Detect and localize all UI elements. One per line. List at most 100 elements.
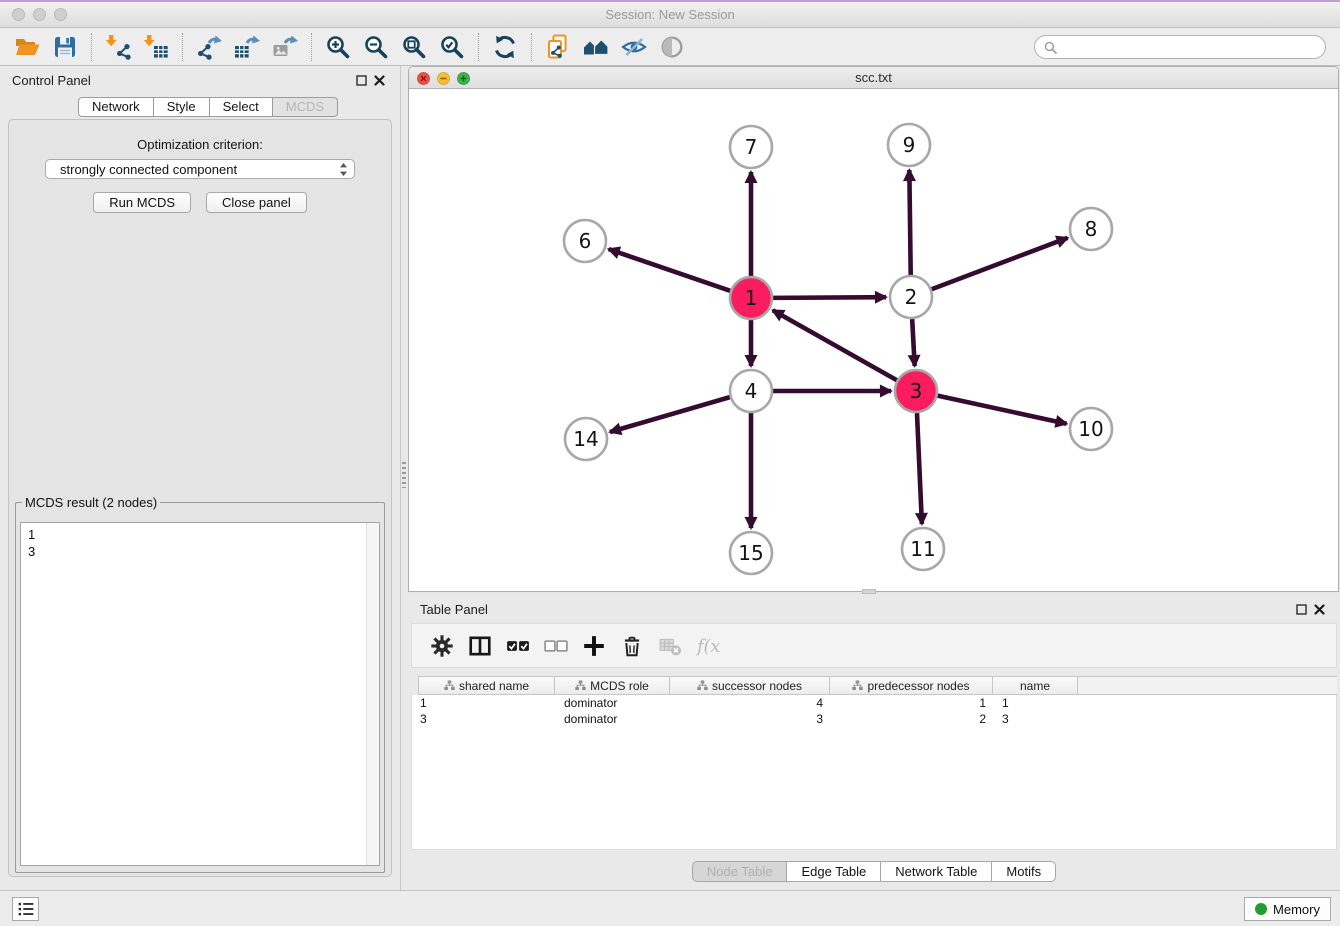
tab-select[interactable]: Select	[210, 97, 273, 117]
optimization-criterion-label: Optimization criterion:	[9, 137, 391, 152]
memory-button[interactable]: Memory	[1244, 897, 1331, 921]
zoom-selected-button[interactable]	[433, 31, 471, 63]
table-cell-shared-name: 3	[412, 711, 556, 727]
horizontal-splitter-handle[interactable]	[862, 589, 876, 594]
function-builder-icon: f(x)	[696, 634, 720, 658]
graph-edge-1-6[interactable]	[609, 249, 731, 291]
graph-edge-1-2[interactable]	[773, 297, 886, 298]
graph-edge-2-8[interactable]	[932, 238, 1068, 289]
result-scrollbar[interactable]	[366, 523, 379, 865]
column-header-successor-nodes[interactable]: successor nodes	[670, 676, 830, 695]
graph-node-2[interactable]: 2	[890, 276, 932, 318]
graph-node-4[interactable]: 4	[730, 370, 772, 412]
network-canvas[interactable]: 7 9 6 8 1 2 4 3 14 10 15 11	[409, 89, 1338, 591]
apply-layout-icon	[492, 34, 518, 60]
zoom-selected-icon	[439, 34, 465, 60]
table-row[interactable]: 3dominator323	[412, 711, 1336, 727]
column-header-MCDS-role[interactable]: MCDS role	[555, 676, 670, 695]
save-session-button[interactable]	[46, 31, 84, 63]
toolbar-separator	[311, 33, 312, 61]
main-toolbar	[0, 29, 1340, 66]
network-window-title: scc.txt	[409, 70, 1338, 85]
apply-layout-button[interactable]	[486, 31, 524, 63]
run-mcds-button[interactable]: Run MCDS	[93, 192, 191, 213]
import-table-button[interactable]	[137, 31, 175, 63]
close-table-panel-icon[interactable]	[1310, 601, 1328, 617]
svg-text:15: 15	[738, 541, 763, 565]
column-header-predecessor-nodes[interactable]: predecessor nodes	[830, 676, 993, 695]
tab-network-table[interactable]: Network Table	[881, 861, 992, 882]
network-window-titlebar[interactable]: scc.txt	[409, 67, 1338, 89]
svg-text:6: 6	[579, 229, 592, 253]
graph-node-1[interactable]: 1	[730, 277, 772, 319]
toggle-panes-button[interactable]	[463, 629, 497, 663]
column-header-name[interactable]: name	[993, 676, 1078, 695]
float-panel-icon[interactable]	[352, 72, 370, 88]
graph-edge-3-11[interactable]	[917, 413, 922, 524]
export-table-button[interactable]	[228, 31, 266, 63]
tab-network[interactable]: Network	[78, 97, 154, 117]
export-network-button[interactable]	[190, 31, 228, 63]
table-row[interactable]: 1dominator411	[412, 695, 1336, 711]
graph-edge-4-14[interactable]	[610, 397, 730, 432]
vertical-splitter-handle[interactable]	[402, 462, 406, 488]
clone-network-button[interactable]	[539, 31, 577, 63]
tab-mcds[interactable]: MCDS	[273, 97, 338, 117]
graph-node-10[interactable]: 10	[1070, 408, 1112, 450]
graph-edge-2-3[interactable]	[912, 319, 915, 366]
optimization-criterion-select[interactable]: strongly connected component	[45, 159, 355, 179]
control-panel-header: Control Panel	[0, 66, 400, 94]
column-header-shared-name[interactable]: shared name	[418, 676, 555, 695]
table-header-row: shared nameMCDS rolesuccessor nodesprede…	[418, 676, 1337, 695]
float-table-panel-icon[interactable]	[1292, 601, 1310, 617]
toggle-panes-icon	[468, 634, 492, 658]
first-neighbors-button[interactable]	[577, 31, 615, 63]
tab-motifs[interactable]: Motifs	[992, 861, 1056, 882]
graph-edge-3-1[interactable]	[773, 310, 897, 380]
graph-node-8[interactable]: 8	[1070, 208, 1112, 250]
search-input[interactable]	[1062, 40, 1316, 55]
table-settings-button[interactable]	[425, 629, 459, 663]
graph-node-11[interactable]: 11	[902, 528, 944, 570]
export-image-button[interactable]	[266, 31, 304, 63]
svg-text:14: 14	[573, 427, 598, 451]
tab-edge-table[interactable]: Edge Table	[787, 861, 881, 882]
tree-sort-icon	[444, 680, 455, 691]
select-stepper-icon	[339, 162, 348, 177]
tree-sort-icon	[697, 680, 708, 691]
zoom-fit-button[interactable]	[395, 31, 433, 63]
hide-selected-button[interactable]	[615, 31, 653, 63]
tab-style[interactable]: Style	[154, 97, 210, 117]
close-panel-button[interactable]: Close panel	[206, 192, 307, 213]
graph-edge-3-10[interactable]	[937, 396, 1066, 424]
delete-column-button[interactable]	[615, 629, 649, 663]
mcds-result-box[interactable]: 13	[20, 522, 380, 866]
list-icon	[15, 898, 37, 920]
function-builder-button: f(x)	[691, 629, 725, 663]
graph-node-14[interactable]: 14	[565, 418, 607, 460]
create-column-button[interactable]	[577, 629, 611, 663]
close-panel-icon[interactable]	[370, 72, 388, 88]
svg-text:9: 9	[903, 133, 916, 157]
deselect-all-button[interactable]	[539, 629, 573, 663]
zoom-out-button[interactable]	[357, 31, 395, 63]
graph-node-7[interactable]: 7	[730, 126, 772, 168]
search-box[interactable]	[1034, 35, 1326, 59]
network-graph: 7 9 6 8 1 2 4 3 14 10 15 11	[409, 89, 1338, 591]
search-icon	[1044, 41, 1057, 54]
svg-text:11: 11	[910, 537, 935, 561]
zoom-in-button[interactable]	[319, 31, 357, 63]
task-history-button[interactable]	[12, 897, 39, 921]
import-network-button[interactable]	[99, 31, 137, 63]
graph-node-15[interactable]: 15	[730, 532, 772, 574]
graph-node-3[interactable]: 3	[895, 370, 937, 412]
graph-node-9[interactable]: 9	[888, 124, 930, 166]
graph-node-6[interactable]: 6	[564, 220, 606, 262]
open-file-button[interactable]	[8, 31, 46, 63]
toolbar-separator	[531, 33, 532, 61]
svg-text:f(x): f(x)	[696, 637, 720, 657]
show-all-button[interactable]	[653, 31, 691, 63]
select-all-button[interactable]	[501, 629, 535, 663]
tab-node-table[interactable]: Node Table	[692, 861, 788, 882]
graph-edge-2-9[interactable]	[909, 170, 910, 275]
